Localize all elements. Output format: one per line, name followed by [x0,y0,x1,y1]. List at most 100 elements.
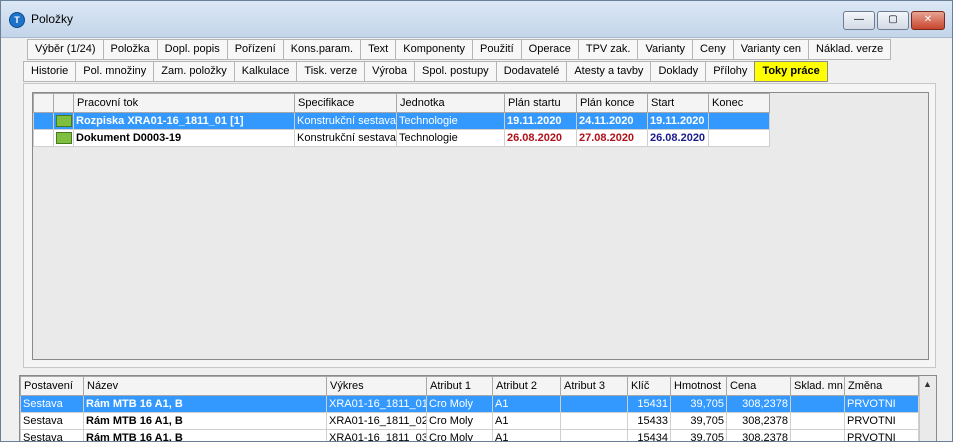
tab-tisk-verze[interactable]: Tisk. verze [296,61,366,82]
tab-text[interactable]: Text [360,39,397,60]
workflow-name: Rozpiska XRA01-16_1811_01 [1] [73,112,295,130]
window-title: Položky [31,12,74,26]
col-hmotnost[interactable]: Hmotnost [670,376,727,396]
cell-cena: 308,2378 [726,429,791,441]
col-nazev[interactable]: Název [83,376,327,396]
workflow-panel: Pracovní tok Specifikace Jednotka Plán s… [23,83,936,368]
workflow-start: 19.11.2020 [647,112,709,130]
cell-atribut-3 [560,395,628,413]
tab-toky-prace[interactable]: Toky práce [754,61,828,82]
workflow-row[interactable]: Rozpiska XRA01-16_1811_01 [1] Konstrukčn… [33,112,770,130]
tab-vyroba[interactable]: Výroba [364,61,416,82]
cell-postaveni: Sestava [20,412,84,430]
tab-row-2: Historie Pol. množiny Zam. položky Kalku… [23,61,828,82]
table-row[interactable]: Sestava Rám MTB 16 A1, B XRA01-16_1811_0… [20,395,919,413]
workflow-name: Dokument D0003-19 [73,129,295,147]
tab-pouziti[interactable]: Použití [472,39,522,60]
col-pracovni-tok[interactable]: Pracovní tok [73,93,295,113]
col-indicator[interactable] [33,93,54,113]
col-plan-konce[interactable]: Plán konce [576,93,648,113]
col-atribut-3[interactable]: Atribut 3 [560,376,628,396]
tab-dopl-popis[interactable]: Dopl. popis [156,39,228,60]
workflow-row[interactable]: Dokument D0003-19 Konstrukční sestava Te… [33,129,770,147]
col-plan-startu[interactable]: Plán startu [504,93,577,113]
tab-varianty-cen[interactable]: Varianty cen [732,39,810,60]
col-klic[interactable]: Klíč [627,376,671,396]
workflow-plan-start: 19.11.2020 [504,112,577,130]
workflow-plan-start: 26.08.2020 [504,129,577,147]
cell-nazev: Rám MTB 16 A1, B [83,395,327,413]
items-header-row: Postavení Název Výkres Atribut 1 Atribut… [20,376,919,396]
tab-polozka[interactable]: Položka [102,39,158,60]
col-atribut-1[interactable]: Atribut 1 [426,376,493,396]
workflow-unit: Technologie [396,112,505,130]
title-bar: T Položky — ▢ ✕ [1,1,952,38]
cell-cena: 308,2378 [726,412,791,430]
app-logo-icon: T [9,12,25,28]
maximize-button[interactable]: ▢ [877,11,909,30]
tab-ceny[interactable]: Ceny [692,39,734,60]
minimize-button[interactable]: — [843,11,875,30]
tab-operace[interactable]: Operace [520,39,579,60]
tab-vyber[interactable]: Výběr (1/24) [27,39,104,60]
tab-naklad-verze[interactable]: Náklad. verze [808,39,892,60]
tab-pol-mnoziny[interactable]: Pol. množiny [75,61,155,82]
cell-cena: 308,2378 [726,395,791,413]
cell-sklad-mn [790,395,845,413]
cell-atribut-1: Cro Moly [426,429,493,441]
tab-kons-param[interactable]: Kons.param. [282,39,362,60]
col-flag[interactable] [53,93,74,113]
tab-historie[interactable]: Historie [23,61,77,82]
cell-hmotnost: 39,705 [670,395,727,413]
cell-atribut-2: A1 [492,429,561,441]
cell-vykres: XRA01-16_1811_03 [326,429,427,441]
cell-zmena: PRVOTNI [844,412,919,430]
tab-komponenty[interactable]: Komponenty [395,39,474,60]
tab-kalkulace[interactable]: Kalkulace [233,61,298,82]
table-row[interactable]: Sestava Rám MTB 16 A1, B XRA01-16_1811_0… [20,429,919,441]
workflow-start: 26.08.2020 [647,129,709,147]
tab-zam-polozky[interactable]: Zam. položky [153,61,235,82]
items-scrollbar[interactable]: ▲ [919,376,936,441]
workflow-grid: Pracovní tok Specifikace Jednotka Plán s… [32,92,929,360]
main-window: T Položky — ▢ ✕ Výběr (1/24) Položka Dop… [0,0,953,442]
cell-atribut-3 [560,429,628,441]
col-jednotka[interactable]: Jednotka [396,93,505,113]
flag-icon [53,112,74,130]
col-zmena[interactable]: Změna [844,376,919,396]
col-sklad-mn[interactable]: Sklad. mn. [790,376,845,396]
tab-varianty[interactable]: Varianty [637,39,694,60]
col-vykres[interactable]: Výkres [326,376,427,396]
close-button[interactable]: ✕ [911,11,945,30]
tab-spol-postupy[interactable]: Spol. postupy [414,61,497,82]
tab-porizeni[interactable]: Pořízení [226,39,284,60]
tab-atesty-a-tavby[interactable]: Atesty a tavby [566,61,652,82]
cell-klic: 15434 [627,429,671,441]
col-atribut-2[interactable]: Atribut 2 [492,376,561,396]
workflow-plan-end: 24.11.2020 [576,112,648,130]
workflow-end [708,129,770,147]
items-grid: Postavení Název Výkres Atribut 1 Atribut… [19,375,937,441]
tab-dodavatele[interactable]: Dodavatelé [495,61,568,82]
col-specifikace[interactable]: Specifikace [294,93,397,113]
cell-atribut-2: A1 [492,412,561,430]
scroll-up-icon[interactable]: ▲ [923,379,932,389]
table-row[interactable]: Sestava Rám MTB 16 A1, B XRA01-16_1811_0… [20,412,919,430]
workflow-table: Pracovní tok Specifikace Jednotka Plán s… [33,93,770,147]
cell-atribut-1: Cro Moly [426,395,493,413]
tab-tpv-zak[interactable]: TPV zak. [577,39,639,60]
col-cena[interactable]: Cena [726,376,791,396]
workflow-header-row: Pracovní tok Specifikace Jednotka Plán s… [33,93,770,113]
tab-prilohy[interactable]: Přílohy [705,61,756,82]
col-postaveni[interactable]: Postavení [20,376,84,396]
col-konec[interactable]: Konec [708,93,770,113]
row-indicator [33,129,54,147]
row-indicator [33,112,54,130]
cell-zmena: PRVOTNI [844,395,919,413]
cell-hmotnost: 39,705 [670,429,727,441]
items-table: Postavení Název Výkres Atribut 1 Atribut… [20,376,919,441]
col-start[interactable]: Start [647,93,709,113]
cell-atribut-2: A1 [492,395,561,413]
tab-doklady[interactable]: Doklady [650,61,707,82]
flag-icon [53,129,74,147]
